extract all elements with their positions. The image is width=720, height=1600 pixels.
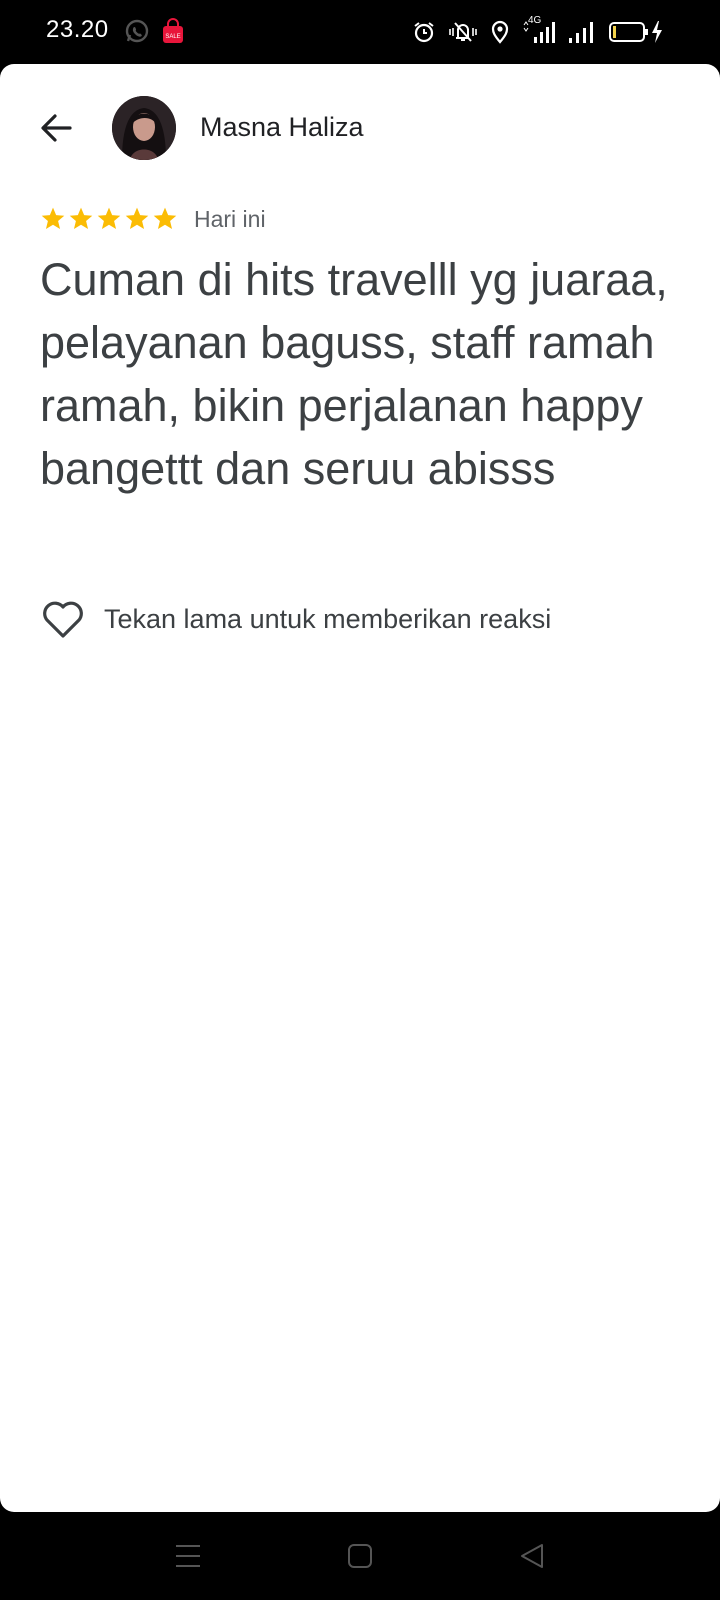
recent-apps-icon	[176, 1545, 200, 1567]
status-icons: 4G	[412, 15, 664, 46]
status-bar: 23.20 SALE 4G	[0, 0, 720, 64]
star-icon	[97, 207, 121, 229]
navigation-bar	[0, 1512, 720, 1600]
home-button[interactable]	[340, 1538, 380, 1574]
status-time: 23.20	[46, 16, 109, 43]
review-card: Masna Haliza Hari ini Cuman di hits trav…	[0, 64, 720, 1512]
home-icon	[348, 1544, 372, 1568]
reaction-label: Tekan lama untuk memberikan reaksi	[104, 603, 552, 634]
rating-row: Hari ini	[40, 202, 266, 236]
shopping-bag-sale-icon: SALE	[163, 18, 183, 43]
heart-outline-icon	[43, 601, 83, 638]
review-date: Hari ini	[194, 205, 266, 232]
star-icon	[41, 207, 65, 229]
signal-icon	[523, 21, 555, 43]
whatsapp-icon	[125, 19, 149, 43]
shop-badge-text: SALE	[165, 34, 180, 40]
alarm-icon	[414, 22, 434, 43]
arrow-back-icon	[41, 114, 72, 142]
review-text: Cuman di hits travelll yg juaraa, pelaya…	[40, 254, 668, 494]
avatar-photo	[112, 96, 176, 160]
recent-apps-button[interactable]	[168, 1538, 208, 1574]
star-icon	[69, 207, 93, 229]
system-back-button[interactable]	[512, 1538, 552, 1574]
battery-charging-icon	[609, 21, 662, 43]
star-icon	[153, 207, 177, 229]
reaction-button[interactable]: Tekan lama untuk memberikan reaksi	[40, 596, 551, 642]
back-button[interactable]	[34, 106, 78, 150]
mobile-signal-4g: 4G	[522, 15, 556, 45]
vibrate-off-icon	[449, 22, 477, 42]
back-triangle-icon	[521, 1544, 543, 1568]
location-icon	[491, 20, 509, 44]
star-rating	[40, 206, 178, 232]
avatar[interactable]	[112, 96, 176, 160]
star-icon	[125, 207, 149, 229]
signal-icon	[569, 22, 593, 43]
reviewer-name[interactable]: Masna Haliza	[200, 112, 364, 143]
